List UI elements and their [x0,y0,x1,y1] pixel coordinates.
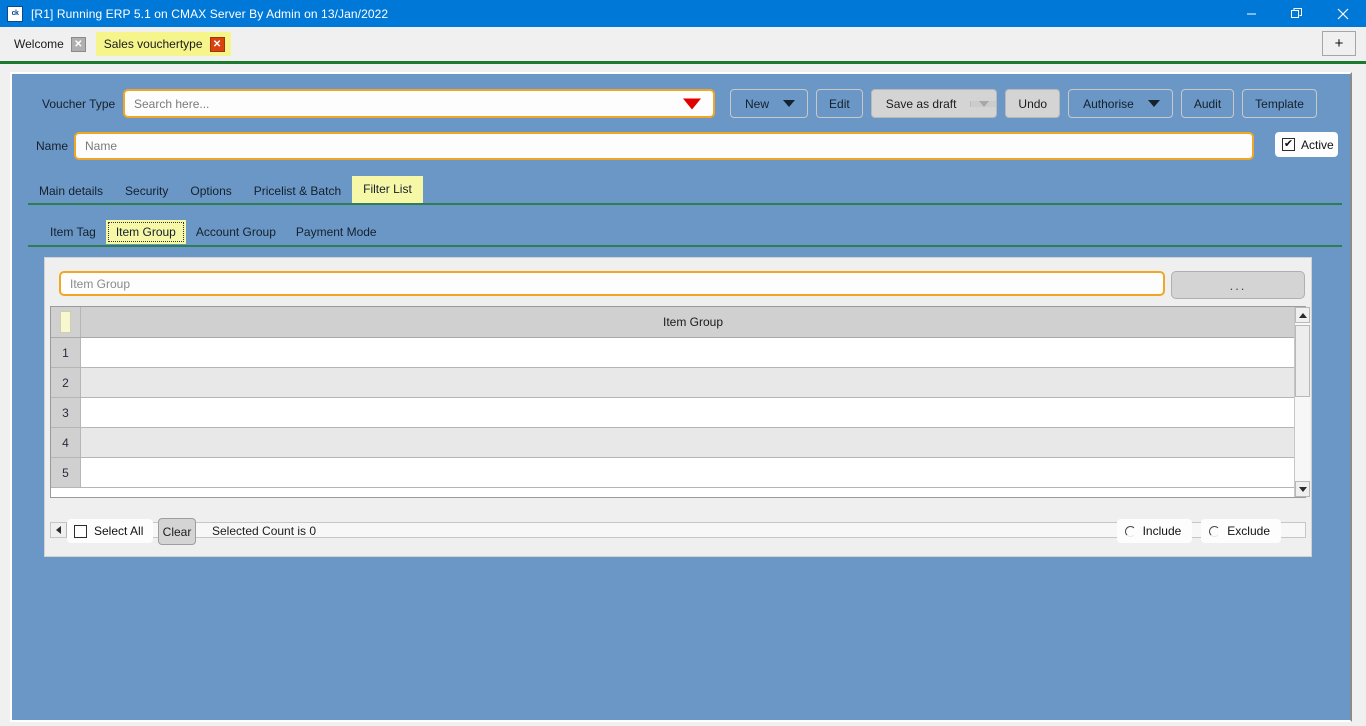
close-icon[interactable] [1320,0,1366,27]
grid-select-all-corner[interactable] [51,307,81,337]
voucher-type-search-input[interactable]: Search here... [123,89,715,118]
audit-button[interactable]: Audit [1180,89,1235,118]
window-body: Voucher Type Search here... New Edit Sav… [0,61,1366,726]
sub-tab-divider [28,245,1342,247]
radio-circle-icon [1209,525,1221,537]
grid-vertical-scrollbar[interactable] [1294,307,1310,497]
vertical-scroll-thumb[interactable] [1295,325,1310,397]
item-group-filter-panel: Item Group ... Item Group 1 2 3 4 5 Sele… [44,257,1312,557]
authorise-button[interactable]: Authorise [1068,89,1173,118]
voucher-type-form: Voucher Type Search here... New Edit Sav… [10,72,1352,722]
row-number: 1 [51,338,81,367]
row-cell-item-group[interactable] [81,458,1305,487]
restore-icon[interactable] [1274,0,1320,27]
item-group-grid: Item Group 1 2 3 4 5 [50,306,1306,498]
active-label: Active [1301,137,1334,152]
select-all-check-glyph [74,524,87,538]
select-all-label: Select All [94,524,144,538]
authorise-dropdown-icon[interactable] [1147,100,1172,107]
clear-button[interactable]: Clear [158,518,196,545]
tab-pricelist-batch[interactable]: Pricelist & Batch [243,178,352,204]
row-cell-item-group[interactable] [81,338,1305,367]
action-toolbar: New Edit Save as draft Undo Authorise Au… [730,89,1317,118]
tab-welcome-close-icon[interactable]: ✕ [70,36,86,52]
chevron-down-icon[interactable] [683,98,701,109]
filter-panel-footer: Select All Clear Selected Count is 0 Inc… [45,518,1311,546]
edit-button[interactable]: Edit [816,89,863,118]
active-check-glyph: ✔ [1282,138,1295,151]
main-tab-bar: Main details Security Options Pricelist … [28,174,1342,204]
tab-security[interactable]: Security [114,178,179,204]
name-label: Name [36,139,69,153]
voucher-type-label: Voucher Type [42,97,116,111]
new-dropdown-icon[interactable] [783,100,807,107]
tab-welcome[interactable]: Welcome ✕ [6,32,92,56]
grid-column-header-item-group[interactable]: Item Group [81,307,1305,337]
row-number: 5 [51,458,81,487]
exclude-label: Exclude [1227,524,1270,538]
active-checkbox[interactable]: ✔ Active [1275,132,1338,157]
tab-filter-list[interactable]: Filter List [352,176,423,204]
tab-sales-vouchertype-label: Sales vouchertype [103,37,203,51]
browse-button[interactable]: ... [1171,271,1305,299]
authorise-button-label: Authorise [1083,96,1134,111]
minimize-icon[interactable] [1228,0,1274,27]
app-logo-icon: ck [7,5,23,22]
row-cell-item-group[interactable] [81,368,1305,397]
select-all-checkbox[interactable]: Select All [67,519,154,543]
exclude-radio[interactable]: Exclude [1201,519,1281,543]
item-group-search-placeholder: Item Group [70,276,131,291]
add-tab-button[interactable]: + [1322,31,1356,56]
new-button[interactable]: New [730,89,809,118]
name-placeholder: Name [85,139,118,153]
scroll-up-icon[interactable] [1295,307,1310,323]
table-row[interactable]: 3 [51,398,1305,428]
new-button-label: New [745,96,770,111]
include-exclude-radio-group: Include Exclude [1116,519,1281,543]
grid-header-row: Item Group [51,307,1305,338]
tab-main-details[interactable]: Main details [28,178,114,204]
name-input[interactable]: Name [74,132,1254,160]
table-row[interactable]: 1 [51,338,1305,368]
row-cell-item-group[interactable] [81,398,1305,427]
undo-button[interactable]: Undo [1005,89,1061,118]
name-row: Name Name [12,132,1350,164]
tab-welcome-label: Welcome [14,37,64,51]
scroll-down-icon[interactable] [1295,481,1310,497]
table-row[interactable]: 4 [51,428,1305,458]
row-number: 4 [51,428,81,457]
item-group-search-input[interactable]: Item Group [59,271,1165,296]
include-radio[interactable]: Include [1116,519,1193,543]
row-cell-item-group[interactable] [81,428,1305,457]
save-as-draft-dropdown-icon[interactable] [970,100,997,107]
table-row[interactable]: 5 [51,458,1305,488]
tab-options[interactable]: Options [179,178,242,204]
window-controls [1228,0,1366,27]
radio-circle-icon [1124,525,1136,537]
title-bar: ck [R1] Running ERP 5.1 on CMAX Server B… [0,0,1366,27]
window-title: [R1] Running ERP 5.1 on CMAX Server By A… [31,6,389,21]
sub-tab-bar: Item Tag Item Group Account Group Paymen… [40,216,1342,244]
voucher-type-placeholder: Search here... [134,96,210,111]
row-number: 3 [51,398,81,427]
table-row[interactable]: 2 [51,368,1305,398]
include-label: Include [1142,524,1182,538]
main-tab-divider [28,203,1342,205]
subtab-item-tag[interactable]: Item Tag [40,220,106,244]
subtab-account-group[interactable]: Account Group [186,220,286,244]
vertical-scroll-track[interactable] [1295,323,1310,481]
selected-count-text: Selected Count is 0 [212,524,317,538]
subtab-payment-mode[interactable]: Payment Mode [286,220,387,244]
save-as-draft-button[interactable]: Save as draft [870,89,998,118]
tab-sales-vouchertype-close-icon[interactable]: ✕ [209,36,225,52]
subtab-item-group[interactable]: Item Group [105,220,186,244]
document-tab-strip: Welcome ✕ Sales vouchertype ✕ + [0,27,1366,61]
save-as-draft-label: Save as draft [885,96,957,111]
tab-sales-vouchertype[interactable]: Sales vouchertype ✕ [95,32,231,56]
grid-body: 1 2 3 4 5 [51,338,1305,497]
template-button[interactable]: Template [1242,89,1317,118]
row-number: 2 [51,368,81,397]
